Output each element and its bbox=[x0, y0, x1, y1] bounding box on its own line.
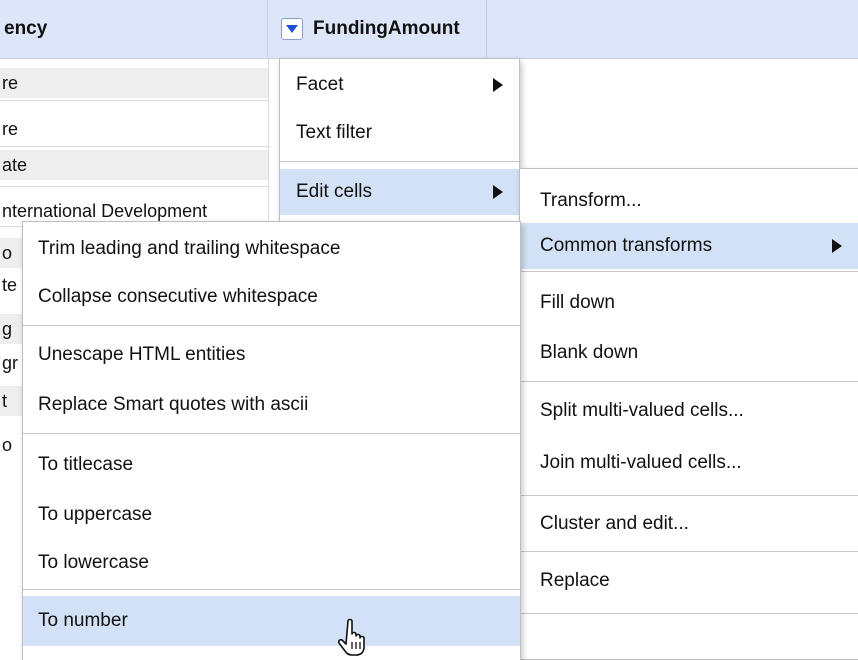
triangle-down-icon bbox=[286, 25, 298, 33]
menu-item-trim-whitespace[interactable]: Trim leading and trailing whitespace bbox=[23, 226, 520, 272]
menu-item-label: Split multi-valued cells... bbox=[540, 400, 744, 421]
table-cell[interactable]: ate bbox=[0, 150, 268, 180]
menu-separator bbox=[23, 325, 520, 326]
table-cell[interactable]: re bbox=[0, 114, 268, 144]
menu-separator bbox=[520, 613, 858, 614]
menu-item-text-filter[interactable]: Text filter bbox=[280, 111, 519, 155]
menu-item-to-number[interactable]: To number bbox=[23, 596, 520, 646]
table-cell[interactable]: re bbox=[0, 68, 268, 98]
menu-item-fill-down[interactable]: Fill down bbox=[520, 281, 858, 325]
menu-item-label: Edit cells bbox=[296, 181, 373, 202]
menu-item-label: Fill down bbox=[540, 292, 615, 313]
menu-item-label: Join multi-valued cells... bbox=[540, 452, 742, 473]
menu-item-unescape-html[interactable]: Unescape HTML entities bbox=[23, 332, 520, 378]
menu-item-to-uppercase[interactable]: To uppercase bbox=[23, 492, 520, 538]
menu-item-label: Common transforms bbox=[540, 235, 713, 256]
row-divider bbox=[0, 100, 268, 101]
menu-item-label: To titlecase bbox=[38, 454, 134, 475]
edit-cells-submenu: Transform... Common transforms Fill down… bbox=[519, 168, 858, 660]
triangle-right-icon bbox=[832, 239, 842, 253]
menu-separator bbox=[520, 551, 858, 552]
column-menu: Facet Text filter Edit cells bbox=[279, 58, 520, 222]
hand-pointer-icon bbox=[337, 618, 365, 656]
menu-item-edit-cells[interactable]: Edit cells bbox=[280, 169, 519, 215]
table-header-row: ency FundingAmount bbox=[0, 0, 858, 59]
column-header-agency-label: ency bbox=[4, 18, 48, 39]
column-header-funding-label: FundingAmount bbox=[313, 18, 460, 39]
menu-item-common-transforms[interactable]: Common transforms bbox=[520, 223, 858, 269]
menu-item-label: Facet bbox=[296, 74, 344, 95]
menu-item-label: To lowercase bbox=[38, 552, 149, 573]
common-transforms-submenu: Trim leading and trailing whitespace Col… bbox=[22, 221, 521, 660]
menu-item-facet[interactable]: Facet bbox=[280, 63, 519, 107]
triangle-right-icon bbox=[493, 185, 503, 199]
menu-item-label: Unescape HTML entities bbox=[38, 344, 246, 365]
menu-separator bbox=[520, 381, 858, 382]
menu-separator bbox=[23, 433, 520, 434]
menu-item-cluster-and-edit[interactable]: Cluster and edit... bbox=[520, 501, 858, 547]
menu-item-label: Replace Smart quotes with ascii bbox=[38, 394, 309, 415]
menu-item-label: To number bbox=[38, 610, 128, 631]
menu-item-label: Collapse consecutive whitespace bbox=[38, 286, 318, 307]
menu-item-label: Replace bbox=[540, 570, 610, 591]
menu-item-to-titlecase[interactable]: To titlecase bbox=[23, 442, 520, 488]
menu-item-label: Trim leading and trailing whitespace bbox=[38, 238, 341, 259]
menu-separator bbox=[23, 589, 520, 590]
triangle-right-icon bbox=[493, 78, 503, 92]
row-divider bbox=[0, 146, 268, 147]
menu-separator bbox=[280, 161, 519, 162]
menu-item-transform[interactable]: Transform... bbox=[520, 179, 858, 223]
menu-item-collapse-whitespace[interactable]: Collapse consecutive whitespace bbox=[23, 274, 520, 320]
column-dropdown-button[interactable] bbox=[281, 18, 303, 40]
menu-item-label: Blank down bbox=[540, 342, 639, 363]
menu-item-replace-smart-quotes[interactable]: Replace Smart quotes with ascii bbox=[23, 382, 520, 428]
menu-item-blank-down[interactable]: Blank down bbox=[520, 331, 858, 375]
menu-item-to-lowercase[interactable]: To lowercase bbox=[23, 540, 520, 586]
column-header-funding-amount[interactable]: FundingAmount bbox=[269, 0, 487, 58]
column-header-agency[interactable]: ency bbox=[0, 0, 268, 58]
row-divider bbox=[0, 186, 268, 187]
menu-item-join-multi-valued-cells[interactable]: Join multi-valued cells... bbox=[520, 441, 858, 485]
menu-item-label: To uppercase bbox=[38, 504, 153, 525]
menu-item-replace[interactable]: Replace bbox=[520, 559, 858, 603]
menu-separator bbox=[520, 495, 858, 496]
menu-item-label: Transform... bbox=[540, 190, 642, 211]
menu-item-label: Text filter bbox=[296, 122, 373, 143]
menu-separator bbox=[520, 271, 858, 272]
menu-item-split-multi-valued-cells[interactable]: Split multi-valued cells... bbox=[520, 389, 858, 433]
menu-item-label: Cluster and edit... bbox=[540, 513, 689, 534]
